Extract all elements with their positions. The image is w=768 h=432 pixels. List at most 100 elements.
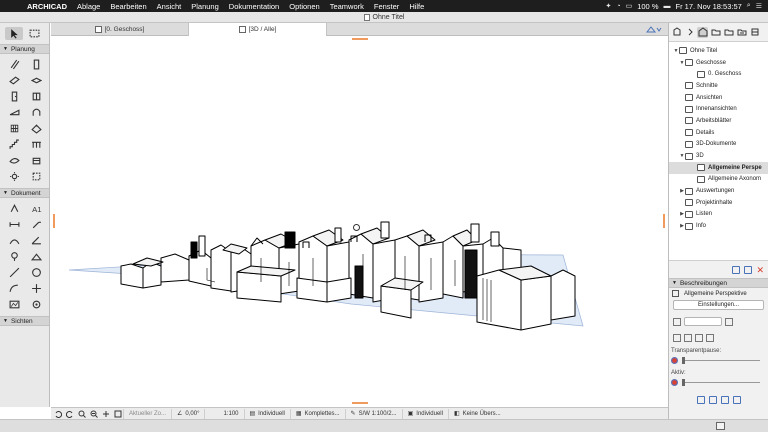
menu-optionen[interactable]: Optionen <box>284 2 324 11</box>
battery-icon[interactable]: ▭ <box>626 2 633 10</box>
layout-icon[interactable] <box>708 396 717 404</box>
delete-icon[interactable]: ✕ <box>756 266 764 275</box>
circle-tool-icon[interactable] <box>27 265 45 279</box>
level-dimension-tool-icon[interactable] <box>5 217 23 231</box>
flag-icon[interactable]: ▬ <box>664 3 671 10</box>
railing-tool-icon[interactable] <box>27 137 45 151</box>
radial-dimension-tool-icon[interactable] <box>5 233 23 247</box>
window-switch-icon[interactable] <box>716 422 725 430</box>
door-tool-icon[interactable] <box>5 89 23 103</box>
angle-dimension-tool-icon[interactable] <box>27 233 45 247</box>
toolbox-section-planung[interactable]: ▼ Planung <box>0 44 49 54</box>
transparency-slider[interactable] <box>669 355 768 366</box>
tree-item-story-0[interactable]: 0. Geschoss <box>669 68 768 80</box>
menu-ansicht[interactable]: Ansicht <box>152 2 187 11</box>
hotspot-tool-icon[interactable] <box>27 281 45 295</box>
left-edge-marker[interactable] <box>53 214 55 228</box>
menu-ablage[interactable]: Ablage <box>72 2 105 11</box>
dropbox-icon[interactable]: ✦ <box>605 2 611 10</box>
text-tool-icon[interactable]: A1 <box>27 201 45 215</box>
tree-item-allgemeine-axonometrie[interactable]: Allgemeine Axonom <box>669 174 768 186</box>
bottom-edge-marker[interactable] <box>352 402 368 404</box>
trace-icon[interactable] <box>673 317 681 326</box>
search-icon[interactable]: ⌕ <box>747 2 751 10</box>
arrow-tool-icon[interactable] <box>5 27 23 40</box>
zoom-dropdown[interactable]: Aktueller Zo... <box>123 408 171 419</box>
stair-tool-icon[interactable] <box>5 137 23 151</box>
navigator-menu-icon[interactable] <box>671 27 682 38</box>
right-edge-marker[interactable] <box>663 214 665 228</box>
tree-item-innenansichten[interactable]: Innenansichten <box>669 103 768 115</box>
graphic-override-dropdown[interactable]: ◧ Keine Übers... <box>447 408 506 419</box>
slab-tool-icon[interactable] <box>27 73 45 87</box>
toolbox-section-sichten[interactable]: ▼ Sichten <box>0 316 49 326</box>
morph-tool-icon[interactable] <box>5 153 23 167</box>
object-tool-icon[interactable] <box>27 153 45 167</box>
view-map-icon[interactable] <box>710 27 721 38</box>
fill-tool-icon[interactable] <box>27 249 45 263</box>
publisher-sets-icon[interactable] <box>736 27 747 38</box>
trace-options-icon[interactable] <box>725 317 733 326</box>
tree-item-project[interactable]: ▼ Ohne Titel <box>669 45 768 57</box>
move-reference-icon[interactable] <box>684 334 692 342</box>
skylight-tool-icon[interactable] <box>27 121 45 135</box>
figure-tool-icon[interactable] <box>5 297 23 311</box>
trace-reference-field[interactable] <box>684 317 722 326</box>
curtain-wall-tool-icon[interactable] <box>5 121 23 135</box>
column-tool-icon[interactable] <box>27 57 45 71</box>
tree-item-listen[interactable]: ▶ Listen <box>669 209 768 221</box>
slider-thumb[interactable] <box>682 379 685 386</box>
pan-icon[interactable] <box>101 409 111 418</box>
notification-center-icon[interactable]: ☰ <box>756 2 762 10</box>
zone-tool-icon[interactable] <box>27 169 45 183</box>
tab-3d-alle[interactable]: [3D / Alle] <box>189 23 327 36</box>
tree-item-arbeitsblaetter[interactable]: Arbeitsblätter <box>669 115 768 127</box>
scale-field[interactable]: 1:100 <box>204 408 243 419</box>
menu-dokumentation[interactable]: Dokumentation <box>224 2 284 11</box>
roof-tool-icon[interactable] <box>5 105 23 119</box>
rotation-angle-field[interactable]: ∠ 0,00° <box>171 408 204 419</box>
tree-item-3d[interactable]: ▼ 3D <box>669 150 768 162</box>
zoom-in-icon[interactable] <box>77 409 87 418</box>
tree-item-allgemeine-perspektive[interactable]: Allgemeine Perspe <box>669 161 768 174</box>
chevron-right-icon[interactable] <box>684 27 695 38</box>
publish-icon[interactable] <box>720 396 729 404</box>
rotate-reference-icon[interactable] <box>695 334 703 342</box>
tree-item-3d-dokumente[interactable]: 3D-Dokumente <box>669 139 768 151</box>
fit-in-window-icon[interactable] <box>113 409 123 418</box>
clone-view-icon[interactable] <box>744 266 753 274</box>
redo-icon[interactable] <box>65 409 75 418</box>
line-tool-icon[interactable] <box>5 265 23 279</box>
marker-tool-icon[interactable] <box>5 249 23 263</box>
menu-fenster[interactable]: Fenster <box>369 2 404 11</box>
beam-tool-icon[interactable] <box>5 73 23 87</box>
renovation-filter-dropdown[interactable]: ▣ Individuell <box>401 408 448 419</box>
tree-item-geschosse[interactable]: ▼ Geschosse <box>669 57 768 69</box>
tree-item-ansichten[interactable]: Ansichten <box>669 92 768 104</box>
menu-archicad[interactable]: ARCHICAD <box>22 2 72 11</box>
tab-0-geschoss[interactable]: [0. Geschoss] <box>51 23 189 36</box>
top-edge-marker[interactable] <box>352 38 368 40</box>
lamp-tool-icon[interactable] <box>5 169 23 183</box>
battery-percent[interactable]: 100 % <box>637 2 658 11</box>
tree-item-schnitte[interactable]: Schnitte <box>669 80 768 92</box>
wall-tool-icon[interactable] <box>5 57 23 71</box>
options-icon[interactable] <box>732 396 741 404</box>
marquee-tool-icon[interactable] <box>25 27 43 40</box>
section-beschreibungen[interactable]: ▼ Beschreibungen <box>669 278 768 288</box>
undo-icon[interactable] <box>53 409 63 418</box>
menu-hilfe[interactable]: Hilfe <box>404 2 429 11</box>
tree-item-projektinhalte[interactable]: Projektinhalte <box>669 197 768 209</box>
layer-combination-dropdown[interactable]: ▤ Individuell <box>243 408 290 419</box>
organizer-icon[interactable] <box>749 27 760 38</box>
dimension-tool-icon[interactable] <box>5 201 23 215</box>
label-tool-icon[interactable] <box>27 217 45 231</box>
wifi-icon[interactable]: ◔ <box>616 3 620 10</box>
arc-tool-icon[interactable] <box>5 281 23 295</box>
menu-teamwork[interactable]: Teamwork <box>325 2 369 11</box>
view-settings-icon[interactable] <box>696 396 705 404</box>
tree-item-details[interactable]: Details <box>669 127 768 139</box>
shell-tool-icon[interactable] <box>27 105 45 119</box>
pen-set-dropdown[interactable]: ✎ S/W 1:100/2... <box>344 408 402 419</box>
project-map-icon[interactable] <box>697 26 708 38</box>
